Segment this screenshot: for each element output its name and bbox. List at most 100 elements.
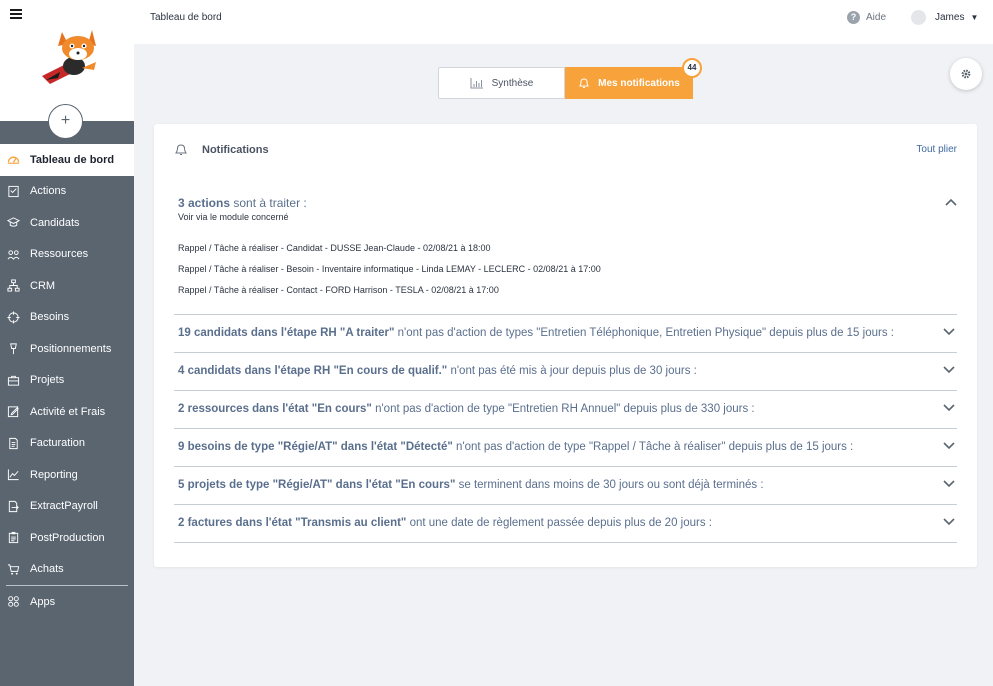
chevron-down-icon[interactable] <box>943 328 955 336</box>
sidebar-item-crm[interactable]: CRM <box>0 270 134 302</box>
notification-section-besoins[interactable]: 9 besoins de type "Régie/AT" dans l'état… <box>174 428 957 466</box>
section-title: 2 factures dans l'état "Transmis au clie… <box>178 517 407 529</box>
sidebar-item-activite-et-frais[interactable]: Activité et Frais <box>0 396 134 428</box>
apps-icon <box>6 595 20 609</box>
chevron-down-icon[interactable] <box>943 404 955 412</box>
hamburger-menu-icon[interactable] <box>10 9 22 19</box>
clipboard-icon <box>6 531 20 545</box>
briefcase-icon <box>6 373 20 387</box>
sidebar-item-besoins[interactable]: Besoins <box>0 302 134 334</box>
sidebar-item-positionnements[interactable]: Positionnements <box>0 333 134 365</box>
section-text: n'ont pas d'action de type "Rappel / Tâc… <box>452 441 854 453</box>
sidebar-item-label: Projets <box>30 374 65 387</box>
list-item[interactable]: Rappel / Tâche à réaliser - Candidat - D… <box>178 243 957 264</box>
chevron-down-icon[interactable] <box>943 442 955 450</box>
chart-line-icon <box>6 468 20 482</box>
sidebar-item-apps[interactable]: Apps <box>0 586 134 618</box>
bar-chart-icon <box>470 77 483 88</box>
chevron-down-icon[interactable] <box>943 518 955 526</box>
chevron-down-icon[interactable] <box>943 480 955 488</box>
sidebar-item-ressources[interactable]: Ressources <box>0 239 134 271</box>
sidebar: + Tableau de bord Actions Candidats Ress… <box>0 0 134 686</box>
sidebar-item-projets[interactable]: Projets <box>0 365 134 397</box>
section-text: se terminent dans moins de 30 jours ou s… <box>455 479 764 491</box>
actions-section-header[interactable]: 3 actions sont à traiter : Voir via le m… <box>178 196 957 222</box>
section-text: n'ont pas d'action de type "Entretien RH… <box>371 403 755 415</box>
notification-section-candidats-qualif[interactable]: 4 candidats dans l'étape RH "En cours de… <box>174 352 957 390</box>
avatar <box>911 10 926 25</box>
add-button[interactable]: + <box>48 104 83 139</box>
chevron-up-icon[interactable] <box>945 198 957 206</box>
sidebar-item-candidats[interactable]: Candidats <box>0 207 134 239</box>
card-header: Notifications <box>174 143 269 156</box>
cart-icon <box>6 562 20 576</box>
list-item[interactable]: Rappel / Tâche à réaliser - Besoin - Inv… <box>178 264 957 285</box>
section-title: 2 ressources dans l'état "En cours" <box>178 403 372 415</box>
gauge-icon <box>6 153 20 167</box>
sidebar-item-facturation[interactable]: Facturation <box>0 428 134 460</box>
pin-icon <box>6 342 20 356</box>
target-icon <box>6 310 20 324</box>
sidebar-nav: Tableau de bord Actions Candidats Ressou… <box>0 144 134 618</box>
sidebar-header <box>0 0 134 121</box>
sidebar-item-reporting[interactable]: Reporting <box>0 459 134 491</box>
section-title: 5 projets de type "Régie/AT" dans l'état… <box>178 479 456 491</box>
notification-section-candidats-a-traiter[interactable]: 19 candidats dans l'étape RH "A traiter"… <box>174 314 957 352</box>
gear-icon <box>961 69 971 79</box>
view-toggle: Synthèse Mes notifications <box>438 67 693 99</box>
sidebar-item-label: Apps <box>30 595 56 608</box>
section-divider <box>174 542 957 543</box>
sidebar-item-label: Candidats <box>30 216 80 229</box>
sidebar-item-label: Reporting <box>30 468 78 481</box>
tab-mes-notifications[interactable]: Mes notifications <box>565 67 693 99</box>
sidebar-item-achats[interactable]: Achats <box>0 554 134 586</box>
section-title: 9 besoins de type "Régie/AT" dans l'état… <box>178 441 453 453</box>
document-export-icon <box>6 499 20 513</box>
sidebar-item-label: Positionnements <box>30 342 112 355</box>
bell-icon <box>579 78 589 88</box>
notification-section-projets[interactable]: 5 projets de type "Régie/AT" dans l'état… <box>174 466 957 504</box>
card-title: Notifications <box>202 143 269 156</box>
notification-section-ressources[interactable]: 2 ressources dans l'état "En cours" n'on… <box>174 390 957 428</box>
sidebar-item-postproduction[interactable]: PostProduction <box>0 522 134 554</box>
section-title: 4 candidats dans l'étape RH "En cours de… <box>178 365 448 377</box>
hierarchy-icon <box>6 279 20 293</box>
help-icon: ? <box>847 11 860 24</box>
invoice-icon <box>6 436 20 450</box>
tab-synthese[interactable]: Synthèse <box>438 67 565 99</box>
sidebar-item-tableau-de-bord[interactable]: Tableau de bord <box>0 144 134 176</box>
collapse-all-link[interactable]: Tout plier <box>916 144 957 155</box>
actions-subtitle: Voir via le module concerné <box>178 212 289 222</box>
user-menu[interactable]: James ▼ <box>911 10 978 25</box>
help-link[interactable]: ? Aide <box>847 11 886 24</box>
notification-section-factures[interactable]: 2 factures dans l'état "Transmis au clie… <box>174 504 957 542</box>
actions-text: sont à traiter : <box>230 196 307 210</box>
tab-notifications-label: Mes notifications <box>598 77 680 89</box>
sidebar-item-label: Tableau de bord <box>30 153 115 166</box>
edit-icon <box>6 405 20 419</box>
help-label: Aide <box>866 12 887 23</box>
sidebar-item-label: Facturation <box>30 437 86 450</box>
chevron-down-icon[interactable] <box>943 366 955 374</box>
section-text: ont une date de règlement passée depuis … <box>406 517 712 529</box>
section-text: n'ont pas été mis à jour depuis plus de … <box>447 365 697 377</box>
notifications-card: Notifications Tout plier 3 actions sont … <box>154 124 977 567</box>
bell-icon <box>175 144 187 155</box>
list-item[interactable]: Rappel / Tâche à réaliser - Contact - FO… <box>178 285 957 306</box>
sidebar-item-label: Achats <box>30 563 64 576</box>
section-title: 19 candidats dans l'étape RH "A traiter" <box>178 327 395 339</box>
tab-synthese-label: Synthèse <box>491 77 534 89</box>
top-header: Tableau de bord ? Aide James ▼ <box>134 0 993 44</box>
actions-list: Rappel / Tâche à réaliser - Candidat - D… <box>178 243 957 306</box>
notification-count-badge: 44 <box>682 58 702 78</box>
caret-down-icon: ▼ <box>970 13 979 22</box>
sidebar-item-actions[interactable]: Actions <box>0 176 134 208</box>
sidebar-item-label: Activité et Frais <box>30 405 106 418</box>
graduation-cap-icon <box>6 216 20 230</box>
checklist-icon <box>6 184 20 198</box>
sidebar-item-label: Besoins <box>30 311 70 324</box>
settings-button[interactable] <box>950 58 982 90</box>
sidebar-item-label: ExtractPayroll <box>30 500 98 513</box>
sidebar-item-extractpayroll[interactable]: ExtractPayroll <box>0 491 134 523</box>
actions-count: 3 actions <box>178 196 231 210</box>
